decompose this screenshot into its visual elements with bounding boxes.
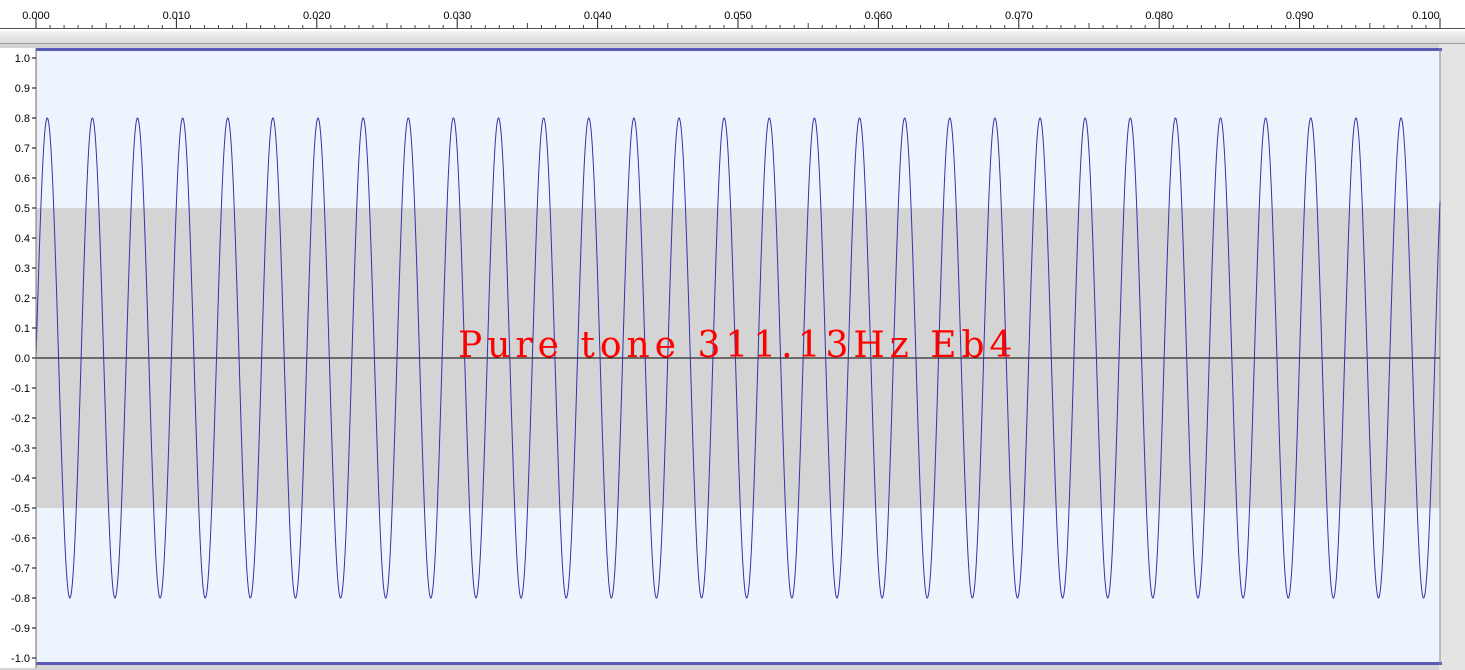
amplitude-tick-label: -0.7 — [11, 563, 30, 575]
amplitude-tick-label: 0.8 — [15, 113, 30, 125]
amplitude-tick-label: 0.2 — [15, 293, 30, 305]
amplitude-tick-label: -0.6 — [11, 533, 30, 545]
amplitude-tick-label: -1.0 — [11, 653, 30, 665]
amplitude-tick-label: 0.6 — [15, 173, 30, 185]
amplitude-tick-label: -0.3 — [11, 443, 30, 455]
upper-band — [37, 50, 1440, 208]
amplitude-tick-label: -0.2 — [11, 413, 30, 425]
amplitude-tick-label: -0.9 — [11, 623, 30, 635]
amplitude-tick-label: 0.3 — [15, 263, 30, 275]
amplitude-tick-label: 0.7 — [15, 143, 30, 155]
amplitude-tick-label: 1.0 — [15, 53, 30, 65]
track-top-border — [36, 48, 1442, 51]
amplitude-tick-label: -0.4 — [11, 473, 30, 485]
amplitude-tick-label: 0.5 — [15, 203, 30, 215]
tone-title-overlay: Pure tone 311.13Hz Eb4 — [458, 325, 1018, 366]
amplitude-tick-label: 0.4 — [15, 233, 30, 245]
track-bottom-border — [36, 662, 1442, 665]
amplitude-tick-label: -0.5 — [11, 503, 30, 515]
amplitude-tick-label: 0.0 — [15, 353, 30, 365]
amplitude-tick-label: -0.8 — [11, 593, 30, 605]
lower-band — [37, 508, 1440, 664]
amplitude-tick-label: -0.1 — [11, 383, 30, 395]
amplitude-tick-label: 0.9 — [15, 83, 30, 95]
amplitude-tick-label: 0.1 — [15, 323, 30, 335]
